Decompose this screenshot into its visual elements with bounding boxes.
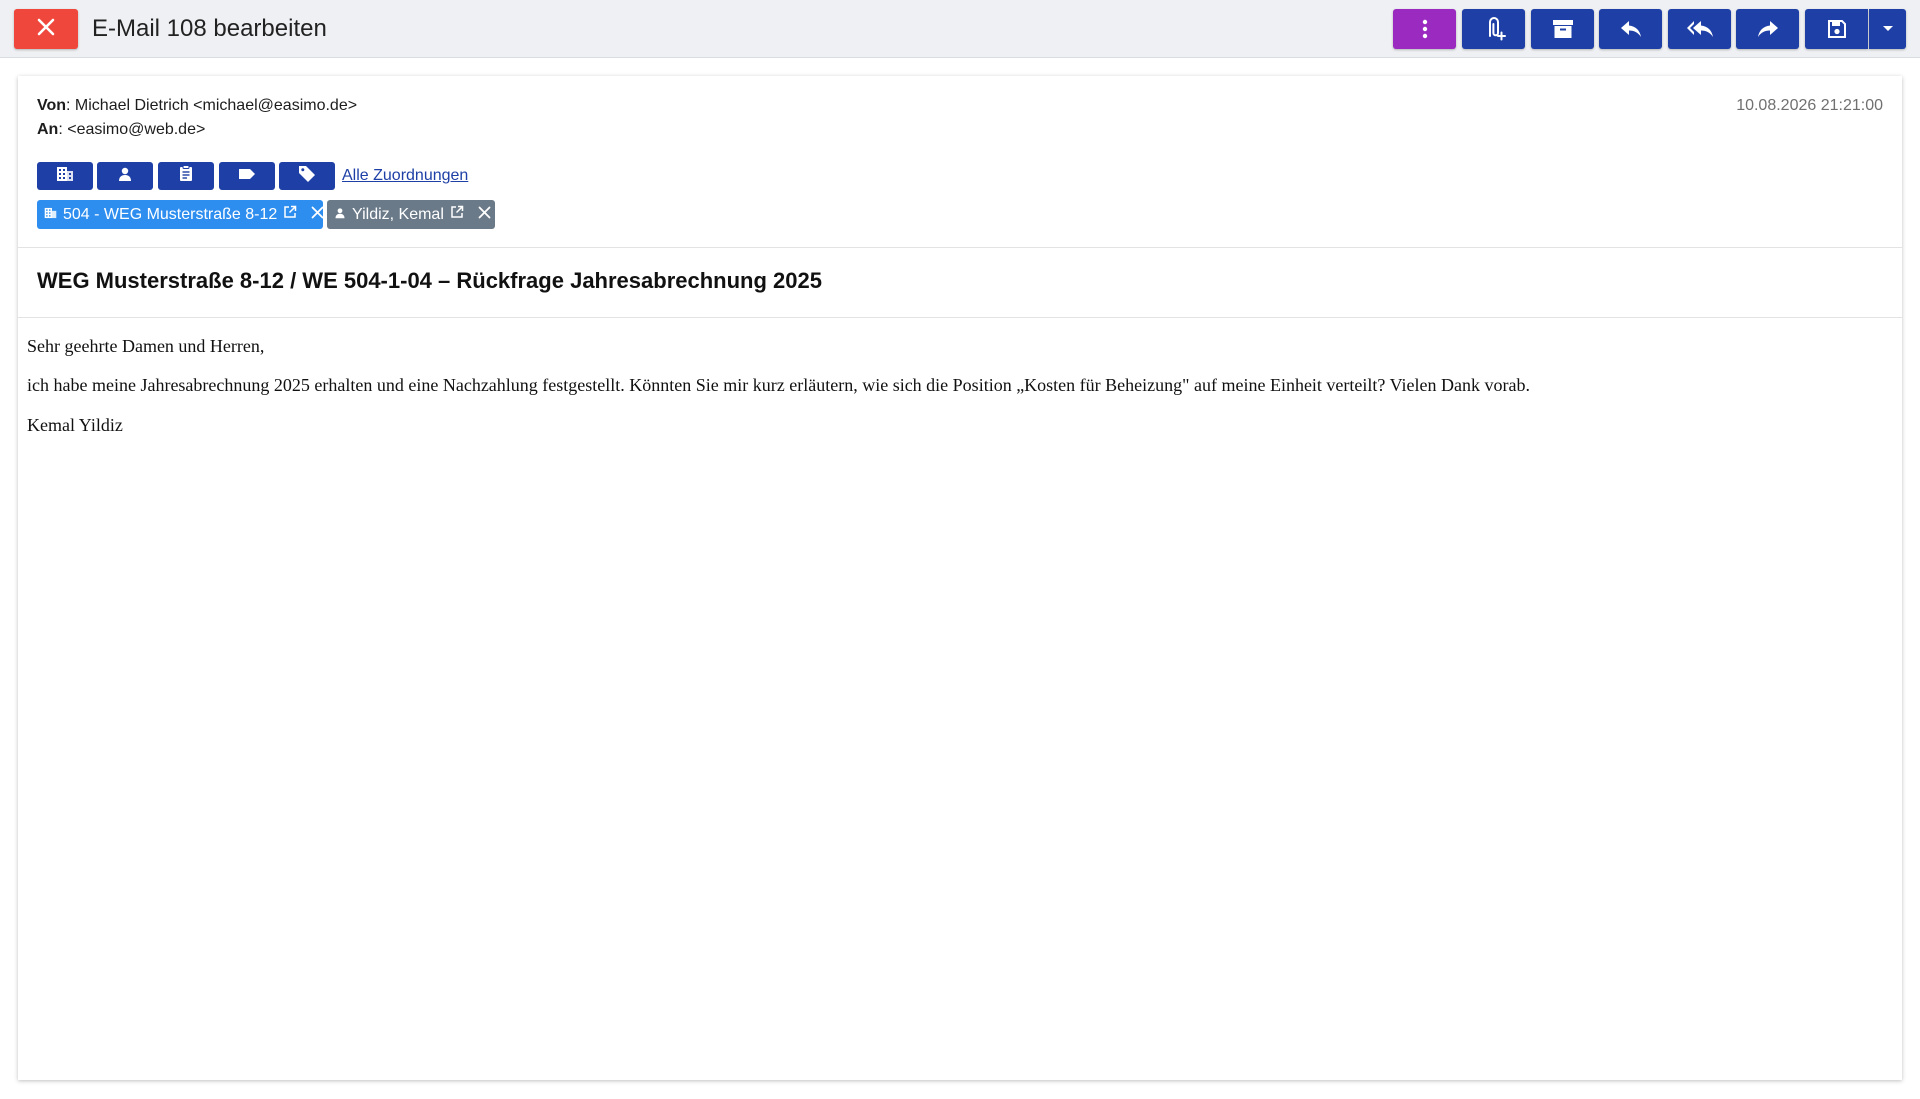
body-paragraph: ich habe meine Jahresabrechnung 2025 erh… (27, 375, 1530, 395)
clipboard-icon (179, 165, 193, 187)
all-assignments-link[interactable]: Alle Zuordnungen (342, 167, 468, 185)
body-paragraph: Kemal Yildiz (27, 415, 123, 435)
assign-task-button[interactable] (158, 162, 214, 190)
archive-button[interactable] (1531, 9, 1594, 49)
save-options-dropdown[interactable] (1869, 9, 1906, 49)
assign-label-button[interactable] (219, 162, 275, 190)
page-title: E-Mail 108 bearbeiten (92, 15, 327, 42)
from-value: : Michael Dietrich <michael@easimo.de> (66, 97, 358, 114)
from-line: Von: Michael Dietrich <michael@easimo.de… (37, 97, 357, 115)
reply-button[interactable] (1599, 9, 1662, 49)
body-paragraph: Sehr geehrte Damen und Herren, (27, 336, 265, 356)
forward-icon (1757, 20, 1779, 38)
email-date: 10.08.2026 21:21:00 (1736, 97, 1883, 114)
remove-chip-icon[interactable] (478, 206, 491, 224)
dropdown-icon (1882, 25, 1894, 33)
top-toolbar: E-Mail 108 bearbeiten (0, 0, 1920, 58)
email-subject: WEG Musterstraße 8-12 / WE 504-1-04 – Rü… (37, 268, 822, 293)
property-chip[interactable]: 504 - WEG Musterstraße 8-12 (37, 200, 324, 229)
from-label: Von (37, 97, 67, 114)
label-icon (238, 167, 256, 185)
assign-property-button[interactable] (37, 162, 93, 190)
close-icon (36, 17, 56, 42)
person-chip[interactable]: Yildiz, Kemal (327, 200, 495, 229)
person-icon (117, 166, 133, 187)
save-button[interactable] (1805, 9, 1868, 49)
save-icon (1827, 19, 1847, 39)
to-value: : <easimo@web.de> (58, 121, 206, 138)
to-label: An (37, 121, 59, 138)
remove-chip-icon[interactable] (311, 206, 324, 224)
attach-add-icon (1482, 16, 1506, 42)
add-attachment-button[interactable] (1462, 9, 1525, 49)
open-external-icon[interactable] (283, 205, 297, 224)
email-card: Von: Michael Dietrich <michael@easimo.de… (18, 76, 1902, 1080)
person-chip-label: Yildiz, Kemal (352, 205, 444, 223)
header-divider (18, 247, 1902, 248)
building-icon (56, 166, 74, 187)
reply-all-icon (1686, 20, 1714, 38)
building-icon (44, 206, 57, 224)
more-options-button[interactable] (1393, 9, 1456, 49)
close-button[interactable] (14, 9, 78, 49)
assign-person-button[interactable] (97, 162, 153, 190)
reply-icon (1620, 20, 1642, 38)
archive-icon (1552, 19, 1574, 39)
assign-tag-button[interactable] (279, 162, 335, 190)
tag-icon (298, 165, 316, 188)
reply-all-button[interactable] (1668, 9, 1731, 49)
open-external-icon[interactable] (450, 205, 464, 224)
to-line: An: <easimo@web.de> (37, 121, 205, 139)
person-icon (334, 206, 346, 224)
more-vertical-icon (1422, 19, 1428, 39)
property-chip-label: 504 - WEG Musterstraße 8-12 (63, 205, 278, 223)
forward-button[interactable] (1736, 9, 1799, 49)
subject-divider (18, 317, 1902, 318)
